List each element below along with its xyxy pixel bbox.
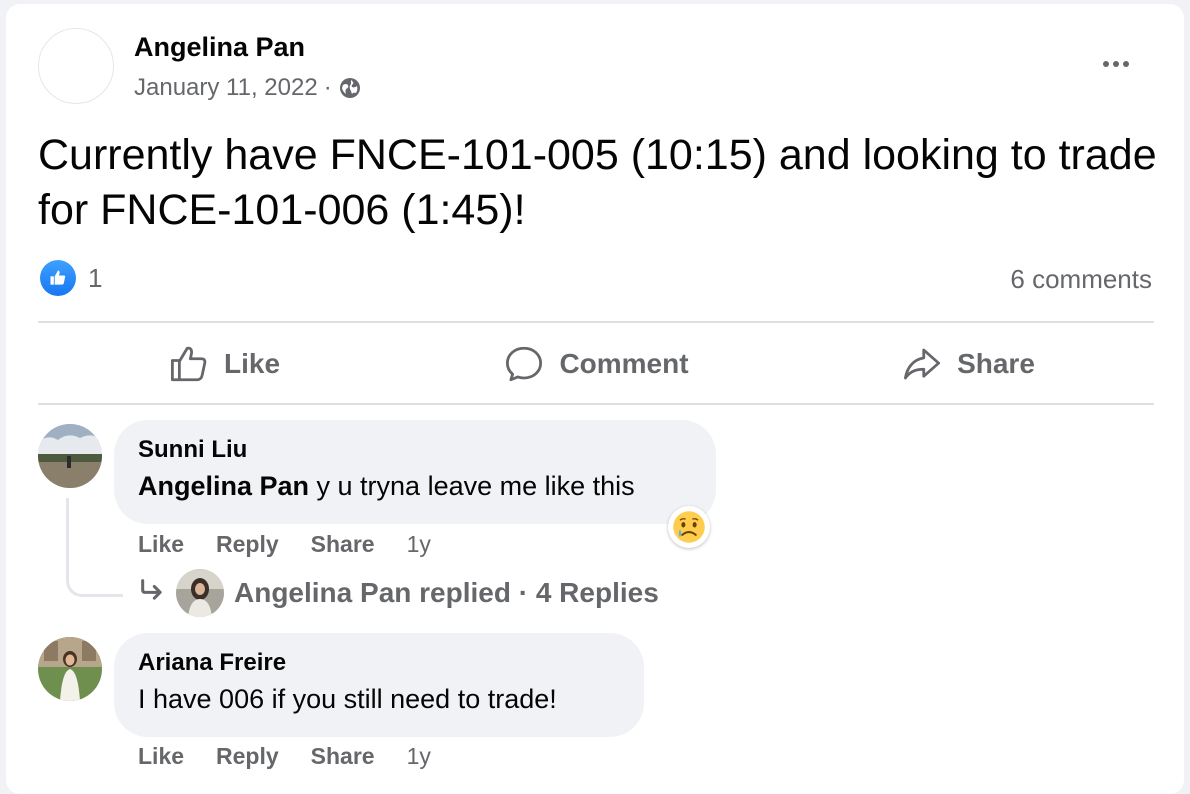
post-meta: January 11, 2022 · — [134, 74, 362, 102]
globe-icon[interactable] — [338, 76, 362, 100]
replies-text: Angelina Pan replied · 4 Replies — [234, 577, 659, 608]
author-avatar[interactable] — [38, 28, 114, 104]
comment-share-link[interactable]: Share — [311, 531, 375, 558]
comment-button[interactable]: Comment — [410, 324, 782, 404]
comment-bubble: Sunni Liu Angelina Pan y u tryna leave m… — [114, 420, 716, 524]
like-reaction-icon — [40, 260, 76, 296]
comment-body: y u tryna leave me like this — [309, 471, 635, 501]
commenter-avatar[interactable] — [38, 637, 102, 701]
share-button-label: Share — [957, 348, 1035, 379]
like-count: 1 — [88, 262, 103, 293]
post-date[interactable]: January 11, 2022 — [134, 74, 318, 102]
reply-arrow-icon — [138, 576, 166, 611]
divider — [38, 403, 1154, 405]
post-card: Angelina Pan January 11, 2022 · Currentl… — [6, 4, 1184, 794]
replier-avatar — [176, 569, 224, 617]
meta-separator: · — [323, 74, 332, 101]
share-button[interactable]: Share — [782, 324, 1154, 404]
share-arrow-icon — [904, 348, 941, 380]
like-button[interactable]: Like — [38, 324, 410, 404]
divider — [38, 321, 1154, 323]
comment-like-link[interactable]: Like — [138, 743, 184, 770]
comment-time[interactable]: 1y — [407, 743, 431, 770]
like-button-label: Like — [223, 348, 281, 379]
comment-text: I have 006 if you still need to trade! — [138, 684, 557, 714]
thumbs-up-icon — [170, 346, 207, 382]
reactions-summary[interactable]: 1 — [40, 260, 102, 296]
post-author-name[interactable]: Angelina Pan — [134, 32, 305, 63]
comment-share-link[interactable]: Share — [311, 743, 375, 770]
commenter-avatar[interactable] — [38, 424, 102, 488]
comment-text: Angelina Pan y u tryna leave me like thi… — [138, 466, 692, 506]
comment-actions: Like Reply Share 1y — [138, 743, 431, 770]
post-action-bar: Like Comment Share — [38, 324, 1154, 404]
comment-actions: Like Reply Share 1y — [138, 531, 431, 558]
comment-reply-link[interactable]: Reply — [216, 743, 279, 770]
comment-author[interactable]: Ariana Freire — [138, 647, 620, 679]
view-replies-link[interactable]: Angelina Pan replied · 4 Replies — [138, 569, 659, 617]
comment-mention[interactable]: Angelina Pan — [138, 471, 309, 501]
more-options-icon[interactable] — [1096, 54, 1136, 74]
comment-reply-link[interactable]: Reply — [216, 531, 279, 558]
comment-bubble-icon — [506, 346, 543, 382]
comment-author[interactable]: Sunni Liu — [138, 434, 692, 466]
comment-bubble: Ariana Freire I have 006 if you still ne… — [114, 633, 644, 737]
comments-count-link[interactable]: 6 comments — [1010, 264, 1152, 295]
comment-time[interactable]: 1y — [407, 531, 431, 558]
comment-like-link[interactable]: Like — [138, 531, 184, 558]
thread-connector — [66, 498, 123, 597]
comment-button-label: Comment — [559, 348, 689, 379]
sad-tear-emoji-icon[interactable] — [668, 506, 710, 548]
post-text: Currently have FNCE-101-005 (10:15) and … — [38, 131, 1157, 234]
